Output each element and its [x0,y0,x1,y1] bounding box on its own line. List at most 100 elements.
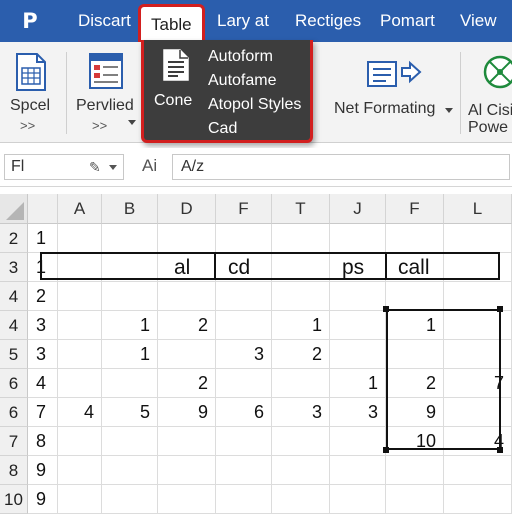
cell[interactable] [58,340,102,369]
cell[interactable] [444,224,512,253]
selection-handle[interactable] [383,447,389,453]
cell[interactable] [330,456,386,485]
cell[interactable]: 1 [28,253,58,282]
chevron-down-icon[interactable] [128,120,136,125]
column-header[interactable]: L [444,194,512,224]
cell[interactable] [158,282,216,311]
dropdown-item-autofame[interactable]: Autofame [208,72,276,90]
cell[interactable] [444,398,512,427]
column-header[interactable]: F [386,194,444,224]
cell[interactable] [330,485,386,514]
cell[interactable] [216,224,272,253]
row-header[interactable]: 3 [0,253,28,282]
merged-cell-text[interactable]: cd [222,253,282,282]
cell[interactable]: 6 [216,398,272,427]
cell[interactable] [58,282,102,311]
cell[interactable] [386,456,444,485]
eyedropper-icon[interactable]: ✎ [89,159,101,176]
cell[interactable] [216,485,272,514]
cell[interactable] [330,427,386,456]
cell[interactable] [102,485,158,514]
column-header[interactable] [28,194,58,224]
cell[interactable]: 3 [28,340,58,369]
cell[interactable] [102,369,158,398]
row-header[interactable]: 5 [0,340,28,369]
cell[interactable] [386,282,444,311]
cell[interactable]: 1 [272,311,330,340]
menu-rectiges[interactable]: Rectiges [295,11,361,31]
cell[interactable] [272,485,330,514]
cell[interactable] [386,340,444,369]
dropdown-cone-label[interactable]: Cone [154,92,192,110]
row-header[interactable]: 4 [0,311,28,340]
cell[interactable]: 3 [330,398,386,427]
cell[interactable] [330,224,386,253]
cell[interactable] [444,340,512,369]
cell[interactable]: 3 [28,311,58,340]
cell[interactable] [272,369,330,398]
cell[interactable]: 10 [386,427,444,456]
cell[interactable]: 2 [158,369,216,398]
cell[interactable] [330,311,386,340]
cell[interactable]: 9 [386,398,444,427]
cell[interactable] [102,456,158,485]
cell[interactable] [216,282,272,311]
cell[interactable]: 3 [272,398,330,427]
cell[interactable]: 9 [28,456,58,485]
cell[interactable] [102,253,158,282]
row-header[interactable]: 6 [0,398,28,427]
cell[interactable]: 9 [28,485,58,514]
cell[interactable]: 5 [102,398,158,427]
cell[interactable] [216,311,272,340]
dropdown-item-cad[interactable]: Cad [208,120,237,138]
ribbon-expand-pervlied[interactable]: >> [92,118,107,133]
row-header[interactable]: 6 [0,369,28,398]
cell[interactable]: 7 [28,398,58,427]
cell[interactable] [58,369,102,398]
dropdown-item-autoform[interactable]: Autoform [208,48,273,66]
row-header[interactable]: 2 [0,224,28,253]
cell[interactable] [386,224,444,253]
cell[interactable] [444,456,512,485]
cell[interactable]: 1 [386,311,444,340]
cell[interactable]: 4 [28,369,58,398]
column-header[interactable]: D [158,194,216,224]
cell[interactable] [58,427,102,456]
menu-table[interactable]: Table [138,4,205,42]
cell[interactable]: 3 [216,340,272,369]
ribbon-group-spcel[interactable]: Spcel >> [0,42,62,142]
row-header[interactable]: 8 [0,456,28,485]
cell[interactable]: 4 [58,398,102,427]
chevron-down-icon[interactable] [109,165,117,170]
cell[interactable]: 2 [272,340,330,369]
cell[interactable] [58,311,102,340]
row-header[interactable]: 4 [0,282,28,311]
cell[interactable] [272,456,330,485]
chevron-down-icon[interactable] [445,108,453,113]
cell[interactable]: 1 [28,224,58,253]
cell[interactable] [272,427,330,456]
cell[interactable] [158,224,216,253]
name-box[interactable]: Fl ✎ [4,154,124,180]
cell[interactable] [58,485,102,514]
cell[interactable] [102,224,158,253]
cell[interactable] [216,456,272,485]
merged-cell-text[interactable]: al [168,253,228,282]
cell[interactable] [158,485,216,514]
cell[interactable] [272,224,330,253]
ribbon-expand-spcel[interactable]: >> [20,118,35,133]
selection-handle[interactable] [497,306,503,312]
cell[interactable] [216,369,272,398]
column-header[interactable]: A [58,194,102,224]
cell[interactable] [330,282,386,311]
row-header[interactable]: 10 [0,485,28,514]
cell[interactable] [58,456,102,485]
cell[interactable] [330,340,386,369]
column-header[interactable]: F [216,194,272,224]
cell[interactable] [58,253,102,282]
row-header[interactable]: 7 [0,427,28,456]
menu-view[interactable]: View [460,11,497,31]
cell[interactable] [102,427,158,456]
dropdown-item-atopol-styles[interactable]: Atopol Styles [208,96,301,114]
ribbon-group-net-formating[interactable]: Net Formating [330,42,455,142]
